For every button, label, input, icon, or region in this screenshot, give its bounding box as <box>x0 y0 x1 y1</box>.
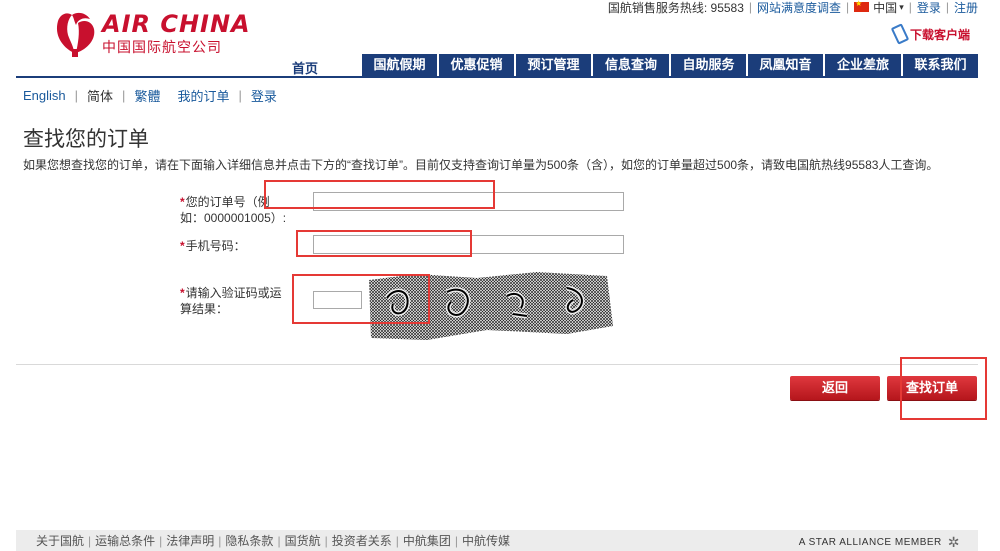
nav-item-booking-management[interactable]: 预订管理 <box>516 54 591 76</box>
divider: | <box>846 0 850 14</box>
divider: | <box>324 533 328 548</box>
china-flag-icon <box>854 0 870 12</box>
language-links: English | 简体 | 繁體 我的订单 | 登录 <box>23 86 277 105</box>
footer-link-cargo[interactable]: 国货航 <box>285 532 321 549</box>
sub-login-link[interactable]: 登录 <box>251 86 277 105</box>
nav-item-contact-us[interactable]: 联系我们 <box>903 54 978 76</box>
divider: | <box>74 88 79 103</box>
form-divider <box>16 364 978 365</box>
divider: | <box>218 533 222 548</box>
footer-link-legal[interactable]: 法律声明 <box>166 532 214 549</box>
annotation-highlight-box <box>900 357 987 420</box>
region-label: 中国 <box>873 0 898 15</box>
footer-link-about[interactable]: 关于国航 <box>36 532 84 549</box>
footer-link-privacy[interactable]: 隐私条款 <box>225 532 273 549</box>
divider: | <box>454 533 458 548</box>
mobile-phone-icon <box>890 23 910 45</box>
annotation-highlight-box <box>292 274 430 324</box>
nav-item-self-service[interactable]: 自助服务 <box>671 54 746 76</box>
register-link[interactable]: 注册 <box>954 0 978 16</box>
footer-link-media[interactable]: 中航传媒 <box>462 532 510 549</box>
footer: 关于国航 | 运输总条件 | 法律声明 | 隐私条款 | 国货航 | 投资者关系… <box>16 530 978 551</box>
nav-item-corporate-travel[interactable]: 企业差旅 <box>825 54 901 76</box>
captcha-label: *请输入验证码或运算结果： <box>180 286 282 316</box>
nav-item-promotions[interactable]: 优惠促销 <box>439 54 514 76</box>
nav-item-holidays[interactable]: 国航假期 <box>362 54 437 76</box>
chevron-down-icon: ▾ <box>899 1 904 12</box>
back-button[interactable]: 返回 <box>790 376 880 400</box>
main-nav: 首页 国航假期 优惠促销 预订管理 信息查询 自助服务 凤凰知音 企业差旅 联系… <box>16 54 978 78</box>
lang-traditional-link[interactable]: 繁體 <box>134 86 160 105</box>
divider: | <box>277 533 281 548</box>
hotline-text: 国航销售服务热线: 95583 <box>607 0 744 15</box>
footer-link-conditions[interactable]: 运输总条件 <box>95 532 155 549</box>
phone-label: *手机号码： <box>180 239 246 253</box>
star-alliance-badge[interactable]: A STAR ALLIANCE MEMBER ✲ <box>799 534 960 551</box>
region-selector[interactable]: 中国 ▾ <box>854 0 904 16</box>
nav-item-phoenix-miles[interactable]: 凤凰知音 <box>748 54 823 76</box>
nav-item-information[interactable]: 信息查询 <box>593 54 669 76</box>
divider: | <box>395 533 399 548</box>
download-app-link[interactable]: 下载客户端 <box>890 23 970 45</box>
page-description: 如果您想查找您的订单，请在下面输入详细信息并点击下方的“查找订单”。目前仅支持查… <box>23 158 939 172</box>
annotation-highlight-box <box>296 230 472 257</box>
divider: | <box>122 88 126 103</box>
required-marker: * <box>180 195 185 209</box>
divider: | <box>238 88 242 103</box>
download-label: 下载客户端 <box>909 27 970 42</box>
survey-link[interactable]: 网站满意度调查 <box>757 0 841 16</box>
divider: | <box>908 0 912 14</box>
star-alliance-icon: ✲ <box>947 534 960 550</box>
page-title: 查找您的订单 <box>23 128 149 151</box>
star-alliance-text: A STAR ALLIANCE MEMBER <box>798 537 942 548</box>
lang-simplified-link[interactable]: 简体 <box>87 86 113 105</box>
annotation-highlight-box <box>264 180 495 209</box>
phoenix-logo-icon <box>56 12 95 57</box>
footer-link-group[interactable]: 中航集团 <box>403 532 451 549</box>
nav-items: 国航假期 优惠促销 预订管理 信息查询 自助服务 凤凰知音 企业差旅 联系我们 <box>360 54 978 76</box>
login-link[interactable]: 登录 <box>917 0 941 16</box>
divider: | <box>159 533 163 548</box>
lang-english-link[interactable]: English <box>23 88 66 103</box>
footer-link-investors[interactable]: 投资者关系 <box>332 532 392 549</box>
footer-links: 关于国航 | 运输总条件 | 法律声明 | 隐私条款 | 国货航 | 投资者关系… <box>36 532 510 549</box>
divider: | <box>748 0 753 14</box>
required-marker: * <box>180 239 185 253</box>
divider: | <box>88 533 92 548</box>
brand-name-en: AIR CHINA <box>102 10 251 38</box>
divider: | <box>945 0 949 14</box>
top-utility-bar: 国航销售服务热线: 95583 | 网站满意度调查 | 中国 ▾ | 登录 | … <box>607 0 978 16</box>
my-orders-link[interactable]: 我的订单 <box>177 86 229 105</box>
required-marker: * <box>180 286 185 300</box>
nav-home[interactable]: 首页 <box>292 58 318 77</box>
